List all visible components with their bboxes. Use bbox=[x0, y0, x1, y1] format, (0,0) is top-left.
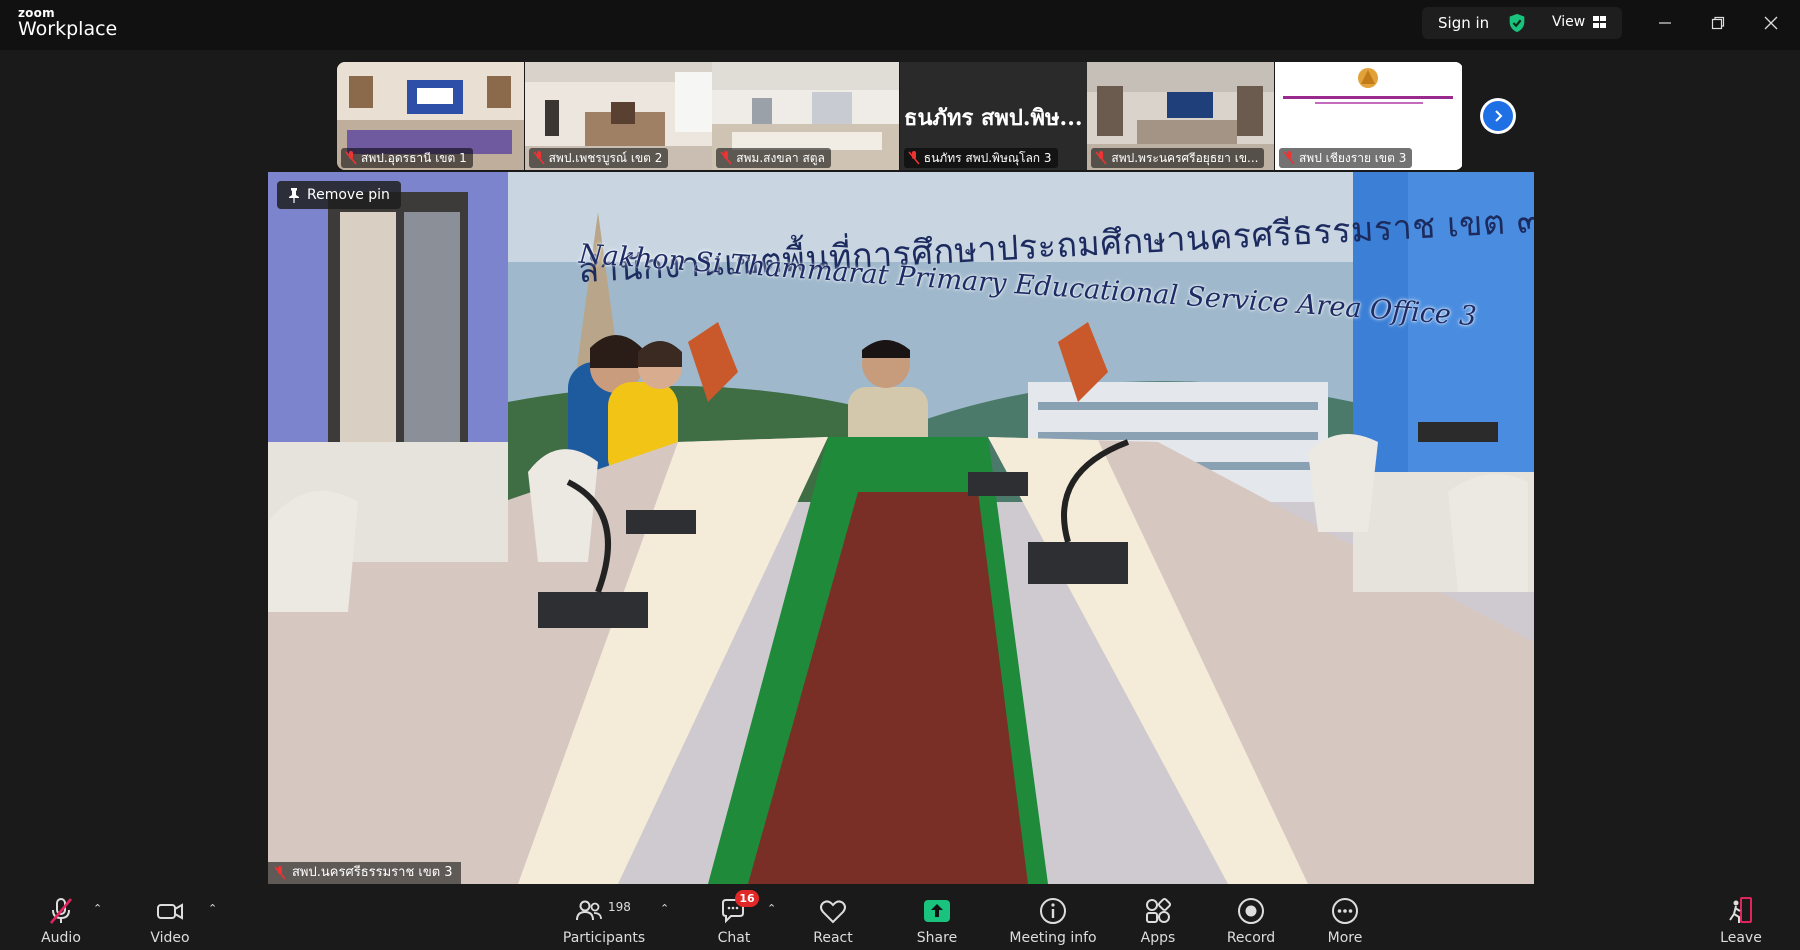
participant-thumbnail[interactable]: สพป เชียงราย เขต 3 bbox=[1274, 62, 1462, 170]
title-bar: zoom Workplace Sign in View bbox=[0, 0, 1800, 50]
leave-exit-icon bbox=[1729, 897, 1752, 923]
thumbnail-name-label: สพป.เพชรบูรณ์ เขต 2 bbox=[528, 148, 669, 168]
share-label: Share bbox=[916, 930, 958, 946]
close-icon bbox=[1764, 16, 1778, 30]
thumbnail-name: สพม.สงขลา สตูล bbox=[736, 151, 825, 165]
record-icon bbox=[1238, 898, 1264, 924]
zoom-logo: zoom Workplace bbox=[18, 7, 117, 39]
chat-options-caret-icon[interactable]: ⌃ bbox=[767, 902, 776, 915]
participant-thumbnail[interactable]: สพม.สงขลา สตูล bbox=[712, 62, 900, 170]
meeting-info-label: Meeting info bbox=[1009, 930, 1097, 946]
participants-icon bbox=[576, 900, 602, 921]
share-button[interactable]: Share bbox=[912, 884, 962, 950]
close-button[interactable] bbox=[1756, 10, 1786, 36]
more-button[interactable]: More bbox=[1320, 884, 1370, 950]
participants-label: Participants bbox=[562, 930, 646, 946]
thumbnail-name: ธนภัทร สพป.พิษณุโลก 3 bbox=[923, 151, 1052, 165]
audio-options-caret-icon[interactable]: ⌃ bbox=[93, 902, 102, 915]
account-area: Sign in View bbox=[1422, 7, 1622, 39]
next-page-button[interactable] bbox=[1480, 98, 1516, 134]
apps-button[interactable]: Apps bbox=[1133, 884, 1183, 950]
participant-thumbnail-strip: สพป.อุดรธานี เขต 1 สพป.เพชรบูรณ์ เขต 2 ส… bbox=[337, 62, 1463, 170]
participants-options-caret-icon[interactable]: ⌃ bbox=[660, 902, 669, 915]
participants-button[interactable]: 198 Participants bbox=[560, 884, 648, 950]
apps-label: Apps bbox=[1140, 930, 1176, 946]
minimize-icon bbox=[1659, 22, 1671, 24]
apps-icon bbox=[1146, 897, 1172, 923]
minimize-button[interactable] bbox=[1650, 10, 1680, 36]
muted-mic-icon bbox=[1095, 151, 1107, 165]
video-button[interactable]: Video bbox=[145, 884, 195, 950]
audio-label: Audio bbox=[41, 930, 81, 946]
muted-mic-icon bbox=[274, 866, 286, 880]
chat-unread-badge: 16 bbox=[735, 890, 759, 907]
record-label: Record bbox=[1226, 930, 1276, 946]
chat-button[interactable]: 16 Chat bbox=[712, 884, 759, 950]
participant-thumbnail[interactable]: สพป.อุดรธานี เขต 1 bbox=[337, 62, 524, 170]
shield-check-icon[interactable] bbox=[1506, 12, 1528, 34]
audio-button[interactable]: Audio bbox=[36, 884, 86, 950]
thumbnail-name-label: สพป เชียงราย เขต 3 bbox=[1278, 148, 1413, 168]
chevron-right-icon bbox=[1495, 110, 1503, 122]
video-options-caret-icon[interactable]: ⌃ bbox=[208, 902, 217, 915]
more-label: More bbox=[1327, 930, 1363, 946]
more-icon bbox=[1332, 898, 1358, 924]
grid-view-icon[interactable] bbox=[1593, 16, 1606, 28]
muted-mic-icon bbox=[720, 151, 732, 165]
heart-icon bbox=[820, 900, 846, 924]
muted-mic-icon bbox=[50, 898, 72, 924]
logo-bottom-text: Workplace bbox=[18, 18, 118, 40]
muted-mic-icon bbox=[532, 151, 545, 165]
thumbnail-name: สพป.อุดรธานี เขต 1 bbox=[361, 151, 467, 165]
record-button[interactable]: Record bbox=[1226, 884, 1276, 950]
thumbnail-name: สพป.พระนครศรีอยุธยา เข... bbox=[1111, 151, 1259, 165]
pinned-participant-label: สพป.นครศรีธรรมราช เขต 3 bbox=[268, 862, 461, 884]
video-label: Video bbox=[150, 930, 190, 946]
thumbnail-name-label: สพป.พระนครศรีอยุธยา เข... bbox=[1091, 148, 1265, 168]
thumbnail-name-label: ธนภัทร สพป.พิษณุโลก 3 bbox=[903, 148, 1058, 168]
remove-pin-button[interactable]: Remove pin bbox=[277, 181, 401, 209]
thumbnail-name-label: สพป.อุดรธานี เขต 1 bbox=[341, 148, 473, 168]
participant-thumbnail[interactable]: สพป.พระนครศรีอยุธยา เข... bbox=[1087, 62, 1275, 170]
pin-icon bbox=[289, 188, 299, 203]
remove-pin-label: Remove pin bbox=[307, 187, 390, 203]
react-label: React bbox=[813, 930, 853, 946]
sign-in-button[interactable]: Sign in bbox=[1438, 14, 1489, 32]
participant-thumbnail[interactable]: สพป.เพชรบูรณ์ เขต 2 bbox=[524, 62, 712, 170]
info-icon bbox=[1040, 898, 1066, 924]
participant-thumbnail[interactable]: ธนภัทร สพป.พิษ... ธนภัทร สพป.พิษณุโลก 3 bbox=[899, 62, 1087, 170]
meeting-toolbar: Audio ⌃ Video ⌃ 198 Participants ⌃ 16 Ch… bbox=[0, 884, 1800, 950]
leave-button[interactable]: Leave bbox=[1716, 884, 1766, 950]
thumbnail-name-label: สพม.สงขลา สตูล bbox=[716, 148, 831, 168]
share-screen-icon bbox=[924, 900, 950, 922]
restore-icon bbox=[1711, 16, 1725, 30]
muted-mic-icon bbox=[345, 151, 357, 165]
muted-mic-icon bbox=[1283, 151, 1295, 165]
pinned-participant-name: สพป.นครศรีธรรมราช เขต 3 bbox=[292, 865, 453, 880]
meeting-info-button[interactable]: Meeting info bbox=[1005, 884, 1101, 950]
chat-label: Chat bbox=[717, 930, 751, 946]
participant-display-name: ธนภัทร สพป.พิษ... bbox=[904, 105, 1083, 131]
video-camera-icon bbox=[157, 903, 183, 920]
restore-button[interactable] bbox=[1703, 10, 1733, 36]
thumbnail-name: สพป เชียงราย เขต 3 bbox=[1298, 151, 1407, 165]
participants-count: 198 bbox=[608, 900, 631, 914]
react-button[interactable]: React bbox=[808, 884, 858, 950]
view-button[interactable]: View bbox=[1552, 14, 1585, 30]
muted-mic-icon bbox=[908, 151, 920, 165]
leave-label: Leave bbox=[1720, 930, 1762, 946]
pinned-video[interactable]: สำนักงานเขตพื้นที่การศึกษาประถมศึกษานครศ… bbox=[268, 172, 1534, 884]
thumbnail-name: สพป.เพชรบูรณ์ เขต 2 bbox=[548, 151, 663, 165]
